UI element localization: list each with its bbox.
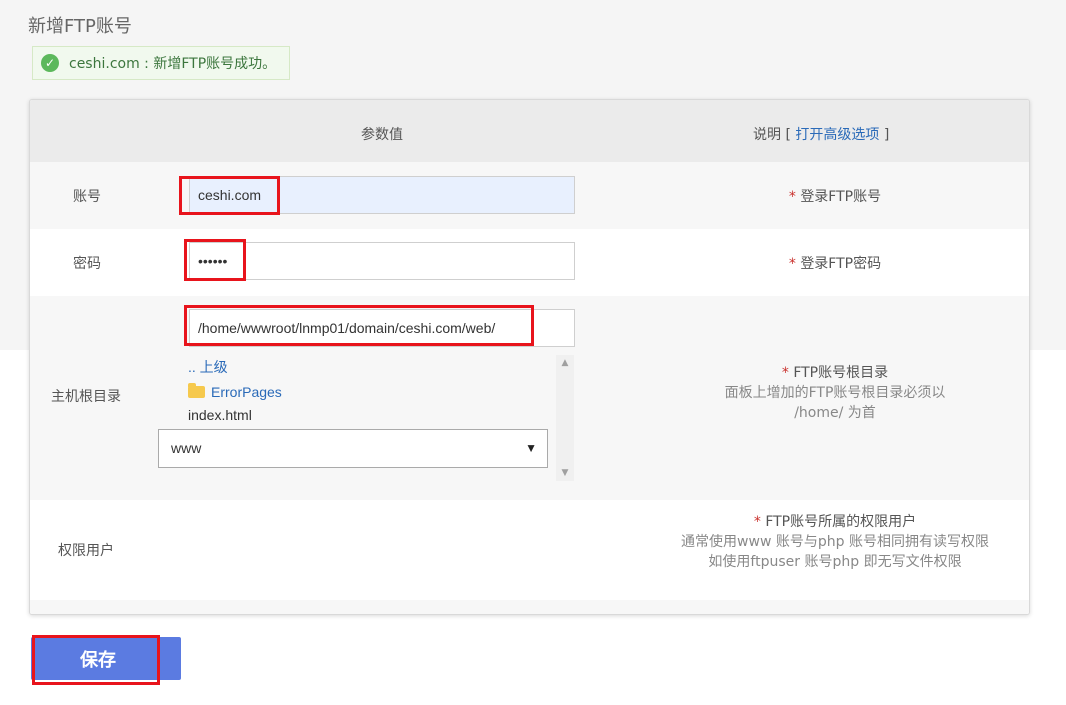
chevron-down-icon: ▼ xyxy=(525,441,537,455)
table-row-account: 账号 ceshi.com * 登录FTP账号 xyxy=(30,162,1029,229)
root-dir-description: * FTP账号根目录 面板上增加的FTP账号根目录必须以 /home/ 为首 xyxy=(724,365,946,421)
header-description: 说明 [ 打开高级选项 ] xyxy=(753,127,890,143)
root-dir-input[interactable]: /home/wwwroot/lnmp01/domain/ceshi.com/we… xyxy=(189,309,575,347)
table-row-password: 密码 •••••• * 登录FTP密码 xyxy=(30,229,1029,296)
password-label: 密码 xyxy=(73,256,101,272)
success-alert: ✓ ceshi.com : 新增FTP账号成功。 xyxy=(32,46,290,80)
alert-message: ceshi.com : 新增FTP账号成功。 xyxy=(69,56,277,72)
table-row-perm-user: 权限用户 * FTP账号所属的权限用户 通常使用www 账号与php 账号相同拥… xyxy=(30,500,1029,600)
scroll-down-icon[interactable]: ▼ xyxy=(556,465,574,481)
folder-icon xyxy=(188,383,205,398)
account-label: 账号 xyxy=(73,189,101,205)
table-header: 参数值 说明 [ 打开高级选项 ] xyxy=(30,100,1029,162)
password-input[interactable]: •••••• xyxy=(189,242,575,280)
folder-item[interactable]: ErrorPages xyxy=(188,383,282,400)
file-item[interactable]: index.html xyxy=(188,407,252,423)
perm-user-description: * FTP账号所属的权限用户 通常使用www 账号与php 账号相同拥有读写权限… xyxy=(681,514,989,570)
save-button[interactable]: 保存 xyxy=(31,637,181,680)
scroll-up-icon[interactable]: ▲ xyxy=(556,355,574,371)
parent-dir-link[interactable]: .. 上级 xyxy=(188,357,228,377)
account-input[interactable]: ceshi.com xyxy=(189,176,575,214)
perm-user-label: 权限用户 xyxy=(58,543,114,559)
account-description: * 登录FTP账号 xyxy=(788,189,882,205)
check-circle-icon: ✓ xyxy=(41,54,59,72)
table-footer-row xyxy=(30,600,1029,614)
header-param-value: 参数值 xyxy=(361,127,403,143)
perm-user-select[interactable]: www ▼ xyxy=(158,429,548,468)
root-dir-label: 主机根目录 xyxy=(51,389,121,405)
password-description: * 登录FTP密码 xyxy=(788,256,882,272)
advanced-options-link[interactable]: 打开高级选项 xyxy=(795,127,879,143)
file-browser-scrollbar[interactable]: ▲ ▼ xyxy=(556,355,574,481)
page-title: 新增FTP账号 xyxy=(28,16,132,37)
